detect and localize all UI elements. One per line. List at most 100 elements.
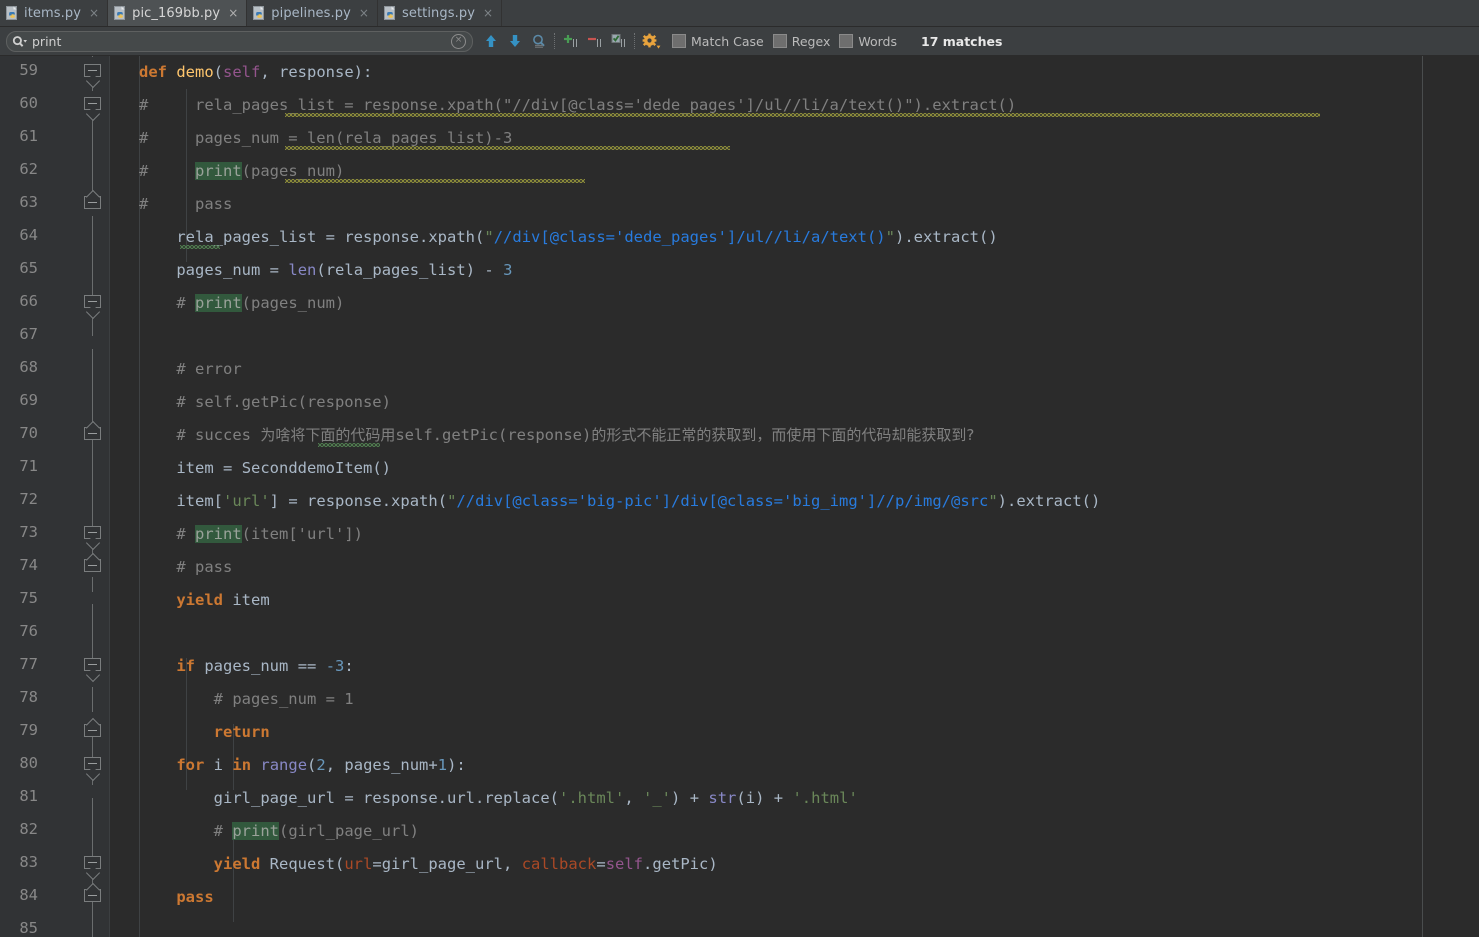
line-number-69: 69 xyxy=(19,391,38,409)
clear-search-icon[interactable]: × xyxy=(451,33,466,49)
line-number-64: 64 xyxy=(19,226,38,244)
line-number-80: 80 xyxy=(19,754,38,772)
fold-marker-line-74[interactable] xyxy=(84,559,101,572)
code-line-66[interactable]: # print(pages_num) xyxy=(139,287,344,320)
match-case-option[interactable]: Match Case xyxy=(672,34,764,49)
close-icon[interactable]: × xyxy=(483,7,493,19)
line-number-72: 72 xyxy=(19,490,38,508)
find-previous-button[interactable] xyxy=(479,30,503,52)
line-number-75: 75 xyxy=(19,589,38,607)
line-number-59: 59 xyxy=(19,61,38,79)
line-number-83: 83 xyxy=(19,853,38,871)
regex-checkbox[interactable] xyxy=(772,34,787,48)
code-line-81[interactable]: girl_page_url = response.url.replace('.h… xyxy=(139,782,858,815)
line-number-65: 65 xyxy=(19,259,38,277)
search-input[interactable]: print xyxy=(28,34,451,49)
line-number-85: 85 xyxy=(19,919,38,937)
arrow-up-icon xyxy=(486,35,496,47)
line-number-81: 81 xyxy=(19,787,38,805)
arrow-down-icon xyxy=(510,35,520,47)
code-line-79[interactable]: return xyxy=(139,716,270,749)
find-settings-button[interactable] xyxy=(639,30,663,52)
fold-marker-line-80[interactable] xyxy=(84,757,101,770)
remove-selection-button[interactable] xyxy=(583,30,607,52)
tab-label: pic_169bb.py xyxy=(132,5,221,21)
fold-marker-line-79[interactable] xyxy=(84,724,101,737)
close-icon[interactable]: × xyxy=(89,7,99,19)
code-line-69[interactable]: # self.getPic(response) xyxy=(139,386,391,419)
search-icon[interactable] xyxy=(12,34,28,48)
code-line-82[interactable]: # print(girl_page_url) xyxy=(139,815,419,848)
code-line-77[interactable]: if pages_num == -3: xyxy=(139,650,353,683)
fold-marker-line-60[interactable] xyxy=(84,97,101,110)
regex-option[interactable]: Regex xyxy=(772,34,830,49)
python-file-icon xyxy=(6,6,19,20)
fold-marker-line-59[interactable] xyxy=(84,64,101,77)
fold-marker-line-70[interactable] xyxy=(84,427,101,440)
code-line-65[interactable]: pages_num = len(rela_pages_list) - 3 xyxy=(139,254,512,287)
fold-marker-line-63[interactable] xyxy=(84,196,101,209)
python-file-icon xyxy=(383,6,397,20)
line-number-61: 61 xyxy=(19,127,38,145)
fold-marker-line-84[interactable] xyxy=(84,889,101,902)
line-number-70: 70 xyxy=(19,424,38,442)
code-line-72[interactable]: item['url'] = response.xpath("//div[@cla… xyxy=(139,485,1100,518)
code-line-63[interactable]: # pass xyxy=(139,188,232,221)
tab-label: items.py xyxy=(24,5,82,21)
tab-items-py[interactable]: items.py × xyxy=(0,0,109,26)
spellcheck-underline xyxy=(285,146,730,150)
words-checkbox[interactable] xyxy=(839,34,854,48)
line-number-68: 68 xyxy=(19,358,38,376)
spellcheck-underline xyxy=(285,179,585,183)
code-line-71[interactable]: item = SeconddemoItem() xyxy=(139,452,391,485)
tab-label: pipelines.py xyxy=(271,5,351,21)
close-icon[interactable]: × xyxy=(359,7,369,19)
right-margin-guide xyxy=(1422,56,1423,937)
minus-occurrence-icon xyxy=(588,37,601,47)
code-line-62[interactable]: # print(pages_num) xyxy=(139,155,344,188)
select-all-occurrences-icon xyxy=(611,34,625,47)
find-toolbar: print × Match Case Regex Words 17 matche… xyxy=(0,27,1479,56)
fold-marker-line-66[interactable] xyxy=(84,295,101,308)
words-option[interactable]: Words xyxy=(839,34,897,49)
code-line-73[interactable]: # print(item['url']) xyxy=(139,518,363,551)
tab-label: settings.py xyxy=(401,5,475,21)
find-next-button[interactable] xyxy=(503,30,527,52)
line-number-82: 82 xyxy=(19,820,38,838)
code-line-70[interactable]: # succes 为啥将下面的代码用self.getPic(response)的… xyxy=(139,419,974,452)
tab-pic-169bb-py[interactable]: pic_169bb.py × xyxy=(108,0,248,26)
code-line-59[interactable]: def demo(self, response): xyxy=(139,56,372,89)
fold-marker-line-73[interactable] xyxy=(84,526,101,539)
code-line-83[interactable]: yield Request(url=girl_page_url, callbac… xyxy=(139,848,718,881)
plus-occurrence-icon xyxy=(564,35,577,47)
code-line-75[interactable]: yield item xyxy=(139,584,269,617)
code-line-84[interactable]: pass xyxy=(139,881,213,914)
editor-gutter[interactable]: 59 60 61 62 63 64 65 66 67 68 69 70 71 72 73 74 75 76 77 78… xyxy=(0,56,110,937)
find-all-button[interactable] xyxy=(527,30,551,52)
code-line-80[interactable]: for i in range(2, pages_num+1): xyxy=(139,749,465,782)
fold-marker-line-77[interactable] xyxy=(84,658,101,671)
code-line-68[interactable]: # error xyxy=(139,353,241,386)
code-line-64[interactable]: rela_pages_list = response.xpath("//div[… xyxy=(139,221,997,254)
close-icon[interactable]: × xyxy=(228,7,238,19)
code-line-78[interactable]: # pages_num = 1 xyxy=(139,683,354,716)
line-number-63: 63 xyxy=(19,193,38,211)
tab-bar-filler xyxy=(502,0,1479,26)
fold-marker-line-83[interactable] xyxy=(84,856,101,869)
typo-underline xyxy=(180,245,220,249)
code-content[interactable]: def demo(self, response): # rela_pages_l… xyxy=(110,56,1479,937)
code-line-74[interactable]: # pass xyxy=(139,551,232,584)
tab-settings-py[interactable]: settings.py × xyxy=(377,0,503,26)
line-number-76: 76 xyxy=(19,622,38,640)
match-case-checkbox[interactable] xyxy=(672,34,686,48)
code-editor[interactable]: 59 60 61 62 63 64 65 66 67 68 69 70 71 72 73 74 75 76 77 78… xyxy=(0,56,1479,937)
tab-pipelines-py[interactable]: pipelines.py × xyxy=(247,0,378,26)
code-line-61[interactable]: # pages_num = len(rela_pages_list)-3 xyxy=(139,122,512,155)
code-folding-column[interactable] xyxy=(82,56,104,937)
add-selection-button[interactable] xyxy=(559,30,583,52)
select-all-occurrences-button[interactable] xyxy=(607,30,631,52)
python-file-icon xyxy=(114,6,127,20)
code-line-60[interactable]: # rela_pages_list = response.xpath("//di… xyxy=(139,89,1016,122)
line-number-67: 67 xyxy=(19,325,38,343)
search-field[interactable]: print × xyxy=(6,30,473,52)
